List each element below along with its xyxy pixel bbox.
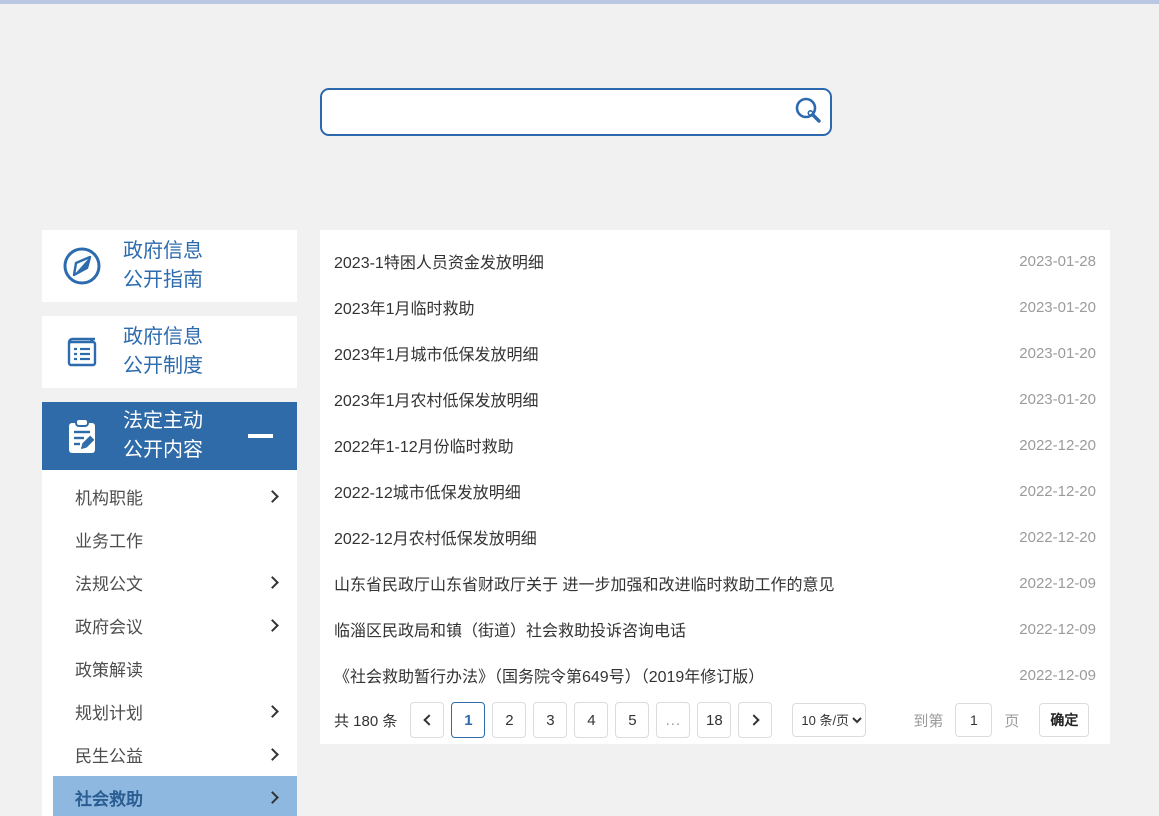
sidebar-submenu-item[interactable]: 社会救助 bbox=[53, 776, 297, 816]
submenu-item-label: 法规公文 bbox=[75, 570, 143, 595]
news-date: 2023-01-20 bbox=[1007, 345, 1096, 362]
submenu-item-label: 政策解读 bbox=[75, 656, 143, 681]
news-date: 2022-12-09 bbox=[1007, 575, 1096, 592]
total-count: 共 180 条 bbox=[334, 710, 397, 731]
chevron-right-icon bbox=[266, 490, 279, 503]
submenu-item-label: 规划计划 bbox=[75, 699, 143, 724]
news-date: 2022-12-20 bbox=[1007, 529, 1096, 546]
search-input[interactable] bbox=[322, 90, 786, 134]
goto-suffix-label: 页 bbox=[1004, 710, 1019, 731]
sidebar-item-label: 政府信息 公开制度 bbox=[123, 323, 203, 381]
chevron-right-icon bbox=[266, 705, 279, 718]
news-title-link[interactable]: 2022年1-12月份临时救助 bbox=[334, 433, 514, 457]
news-date: 2022-12-09 bbox=[1007, 621, 1096, 638]
news-list-row: 2023年1月城市低保发放明细 2023-01-20 bbox=[320, 330, 1110, 376]
goto-page-input[interactable] bbox=[955, 703, 992, 737]
page-number-button[interactable]: 5 bbox=[615, 702, 649, 738]
news-list-row: 2022年1-12月份临时救助 2022-12-20 bbox=[320, 422, 1110, 468]
news-list-row: 2023-1特困人员资金发放明细 2023-01-28 bbox=[320, 238, 1110, 284]
news-date: 2022-12-20 bbox=[1007, 437, 1096, 454]
news-list-panel: 2023-1特困人员资金发放明细 2023-01-28 2023年1月临时救助 … bbox=[320, 230, 1110, 744]
chevron-right-icon bbox=[266, 576, 279, 589]
next-page-button[interactable] bbox=[738, 702, 772, 738]
sidebar: 政府信息 公开指南 政府信息 公开制度 bbox=[42, 230, 297, 816]
sidebar-submenu-item[interactable]: 政策解读 bbox=[42, 647, 297, 690]
sidebar-submenu-item[interactable]: 政府会议 bbox=[42, 604, 297, 647]
sidebar-submenu: 机构职能 业务工作 法规公文 政府会议 政策解读 bbox=[42, 470, 297, 816]
news-title-link[interactable]: 2023年1月城市低保发放明细 bbox=[334, 341, 539, 365]
sidebar-submenu-item[interactable]: 机构职能 bbox=[42, 475, 297, 518]
page-number-button[interactable]: 3 bbox=[533, 702, 567, 738]
news-date: 2023-01-28 bbox=[1007, 253, 1096, 270]
submenu-item-label: 社会救助 bbox=[75, 785, 143, 810]
news-title-link[interactable]: 临淄区民政局和镇（街道）社会救助投诉咨询电话 bbox=[334, 617, 686, 641]
chevron-right-icon bbox=[266, 748, 279, 761]
page-number-button[interactable]: 2 bbox=[492, 702, 526, 738]
page-size-select[interactable]: 10 条/页 bbox=[792, 703, 866, 737]
news-list-row: 2023年1月临时救助 2023-01-20 bbox=[320, 284, 1110, 330]
sidebar-submenu-item[interactable]: 民生公益 bbox=[42, 733, 297, 776]
news-list-row: 2022-12月农村低保发放明细 2022-12-20 bbox=[320, 514, 1110, 560]
news-title-link[interactable]: 2023-1特困人员资金发放明细 bbox=[334, 249, 544, 273]
search-button[interactable] bbox=[786, 90, 830, 134]
goto-prefix-label: 到第 bbox=[913, 710, 943, 731]
sidebar-submenu-item[interactable]: 规划计划 bbox=[42, 690, 297, 733]
sidebar-item-legal-disclosure[interactable]: 法定主动 公开内容 bbox=[42, 402, 297, 470]
news-title-link[interactable]: 2022-12城市低保发放明细 bbox=[334, 479, 521, 503]
chevron-left-icon bbox=[423, 714, 434, 725]
book-icon bbox=[59, 330, 105, 374]
sidebar-item-label: 法定主动 公开内容 bbox=[123, 407, 203, 465]
submenu-item-label: 政府会议 bbox=[75, 613, 143, 638]
submenu-item-label: 民生公益 bbox=[75, 742, 143, 767]
news-list-row: 《社会救助暂行办法》（国务院令第649号）（2019年修订版） 2022-12-… bbox=[320, 652, 1110, 698]
news-date: 2022-12-09 bbox=[1007, 667, 1096, 684]
pagination-bar: 共 180 条 1 2 3 4 5 ... 18 10 条 bbox=[320, 702, 1110, 738]
page-number-button[interactable]: ... bbox=[656, 702, 690, 738]
submenu-item-label: 业务工作 bbox=[75, 527, 143, 552]
page-number-buttons: 1 2 3 4 5 ... 18 bbox=[451, 702, 738, 738]
news-title-link[interactable]: 2023年1月农村低保发放明细 bbox=[334, 387, 539, 411]
news-list-row: 临淄区民政局和镇（街道）社会救助投诉咨询电话 2022-12-09 bbox=[320, 606, 1110, 652]
sidebar-item-label: 政府信息 公开指南 bbox=[123, 237, 203, 295]
chevron-right-icon bbox=[266, 619, 279, 632]
chevron-right-icon bbox=[266, 791, 279, 804]
compass-icon bbox=[59, 244, 105, 288]
news-date: 2022-12-20 bbox=[1007, 483, 1096, 500]
top-accent-strip bbox=[0, 0, 1159, 4]
news-title-link[interactable]: 《社会救助暂行办法》（国务院令第649号）（2019年修订版） bbox=[334, 663, 764, 687]
sidebar-submenu-item[interactable]: 法规公文 bbox=[42, 561, 297, 604]
clipboard-pencil-icon bbox=[59, 414, 105, 458]
sidebar-item-open-system[interactable]: 政府信息 公开制度 bbox=[42, 316, 297, 388]
news-list-row: 2023年1月农村低保发放明细 2023-01-20 bbox=[320, 376, 1110, 422]
news-list: 2023-1特困人员资金发放明细 2023-01-28 2023年1月临时救助 … bbox=[320, 238, 1110, 698]
news-title-link[interactable]: 山东省民政厅山东省财政厅关于 进一步加强和改进临时救助工作的意见 bbox=[334, 571, 834, 595]
confirm-button[interactable]: 确定 bbox=[1039, 703, 1089, 737]
news-title-link[interactable]: 2023年1月临时救助 bbox=[334, 295, 475, 319]
page-number-button[interactable]: 4 bbox=[574, 702, 608, 738]
search-icon bbox=[792, 95, 824, 130]
sidebar-item-open-guide[interactable]: 政府信息 公开指南 bbox=[42, 230, 297, 302]
page-number-button[interactable]: 1 bbox=[451, 702, 485, 738]
minus-icon bbox=[248, 434, 273, 438]
page-number-button[interactable]: 18 bbox=[697, 702, 731, 738]
prev-page-button[interactable] bbox=[410, 702, 444, 738]
news-title-link[interactable]: 2022-12月农村低保发放明细 bbox=[334, 525, 537, 549]
news-list-row: 山东省民政厅山东省财政厅关于 进一步加强和改进临时救助工作的意见 2022-12… bbox=[320, 560, 1110, 606]
goto-page-group: 到第 页 确定 bbox=[913, 703, 1089, 737]
search-box bbox=[320, 88, 832, 136]
chevron-right-icon bbox=[748, 714, 759, 725]
news-list-row: 2022-12城市低保发放明细 2022-12-20 bbox=[320, 468, 1110, 514]
news-date: 2023-01-20 bbox=[1007, 299, 1096, 316]
news-date: 2023-01-20 bbox=[1007, 391, 1096, 408]
sidebar-submenu-item[interactable]: 业务工作 bbox=[42, 518, 297, 561]
submenu-item-label: 机构职能 bbox=[75, 484, 143, 509]
